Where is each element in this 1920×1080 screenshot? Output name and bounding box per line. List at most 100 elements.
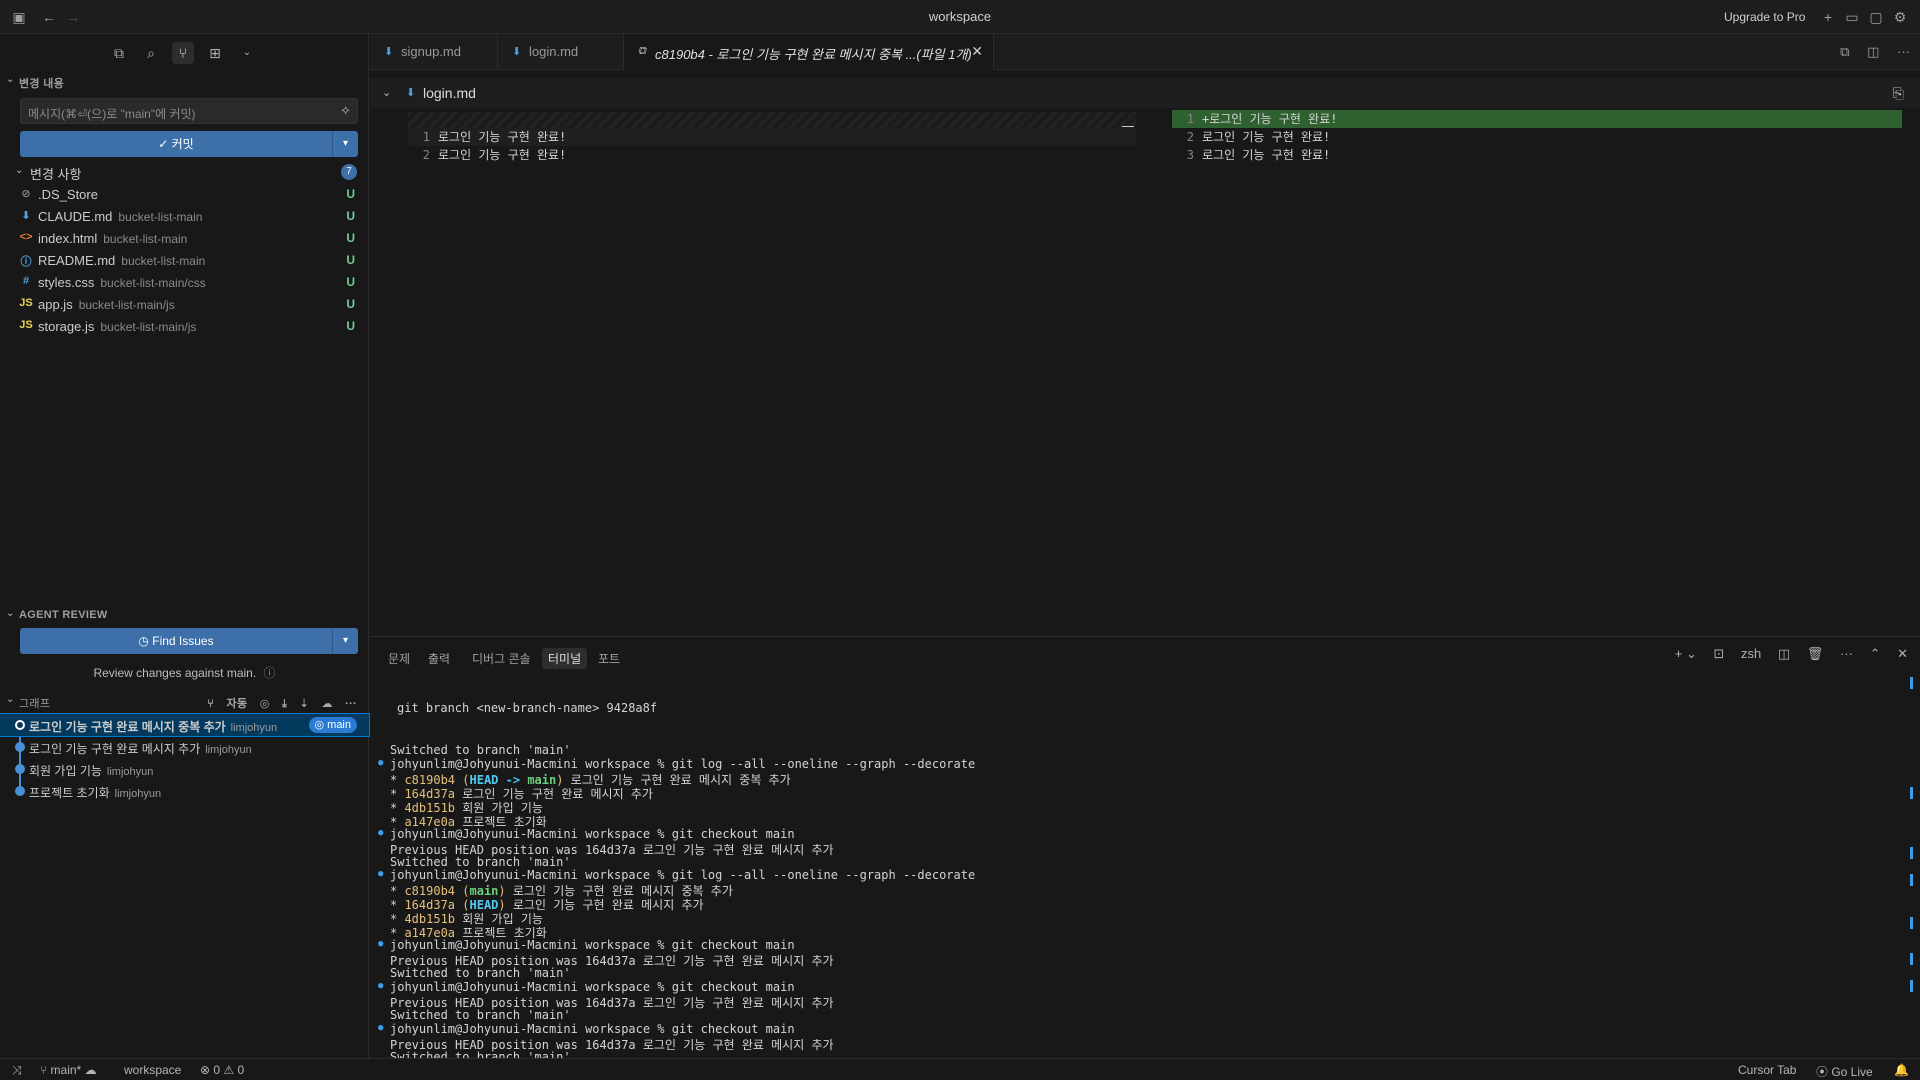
push-icon[interactable]: ☁ xyxy=(321,698,332,710)
panel-tab[interactable]: 터미널 xyxy=(542,648,588,669)
diff-line[interactable]: 2 로그인 기능 구현 완료! xyxy=(408,146,1136,164)
chevron-down-icon[interactable]: ⌄ xyxy=(236,42,258,64)
fetch-icon[interactable]: ⤓ xyxy=(282,698,287,710)
chevron-down-icon[interactable]: ⌄ xyxy=(382,86,391,99)
chat-icon[interactable]: ▢ xyxy=(1867,8,1885,26)
bell-icon[interactable]: 🔔 xyxy=(1894,1063,1909,1077)
changed-file-row[interactable]: # styles.css bucket-list-main/css U xyxy=(0,271,369,293)
split-editor-icon[interactable]: ◫ xyxy=(1867,44,1879,59)
file-name: .DS_Store xyxy=(38,187,98,202)
go-live-button[interactable]: ⦿ Go Live xyxy=(1816,1063,1873,1080)
terminal-line: * c8190b4 (HEAD -> main) 로그인 기능 구현 완료 메시… xyxy=(390,773,791,787)
changes-section-header[interactable]: ⌄ 변경 내용 xyxy=(0,72,369,92)
commit-message: 로그인 기능 구현 완료 메시지 추가 xyxy=(29,742,201,756)
tab-signup[interactable]: ⬇ signup.md xyxy=(370,34,498,70)
changed-file-row[interactable]: ⊘ .DS_Store U xyxy=(0,183,369,205)
tab-commit-diff[interactable]: ⧉ c8190b4 - 로그인 기능 구현 완료 메시지 중복 ...(파일 1… xyxy=(624,34,994,70)
commit-message: 로그인 기능 구현 완료 메시지 중복 추가 xyxy=(29,720,226,734)
diff-file-header[interactable]: ⌄ ⬇ login.md ⎘ xyxy=(370,78,1920,108)
branch-badge[interactable]: ◎ main xyxy=(308,717,357,733)
collapse-icon[interactable] xyxy=(1122,126,1134,127)
graph-section-header[interactable]: ⌄ 그래프 ⑂ 자동 ◎ ⤓ ⇣ ☁ ··· xyxy=(0,692,369,712)
changed-file-row[interactable]: JS storage.js bucket-list-main/js U xyxy=(0,315,369,337)
diff-line[interactable]: 3 로그인 기능 구현 완료! xyxy=(1172,146,1902,164)
panel-tab[interactable]: 디버그 콘솔 xyxy=(466,648,537,669)
panel-tab[interactable]: 포트 xyxy=(592,648,626,669)
branch-icon[interactable]: ⑂ 자동 xyxy=(207,698,247,710)
remote-icon[interactable]: ⤨ xyxy=(12,1063,22,1078)
diff-line[interactable]: 2 로그인 기능 구현 완료! xyxy=(1172,128,1902,146)
file-type-icon: JS xyxy=(19,297,33,309)
agent-review-section-header[interactable]: ⌄ AGENT REVIEW xyxy=(0,606,369,626)
changed-file-row[interactable]: <> index.html bucket-list-main U xyxy=(0,227,369,249)
files-icon[interactable]: ⧉ xyxy=(108,42,130,64)
info-icon[interactable]: ⓘ xyxy=(264,666,276,680)
target-icon[interactable]: ◎ xyxy=(260,698,270,710)
chevron-down-icon[interactable]: ▾ xyxy=(332,131,358,157)
terminal-icon[interactable]: ⊡ zsh xyxy=(1714,646,1762,661)
changed-file-row[interactable]: ⬇ CLAUDE.md bucket-list-main U xyxy=(0,205,369,227)
terminal-line: Previous HEAD position was 164d37a 로그인 기… xyxy=(390,954,834,968)
new-terminal-icon[interactable]: + ⌄ xyxy=(1675,646,1697,661)
file-type-icon: ⓘ xyxy=(20,256,32,268)
chevron-down-icon[interactable]: ▾ xyxy=(332,628,358,654)
more-icon[interactable]: ··· xyxy=(1897,44,1910,59)
tab-login[interactable]: ⬇ login.md xyxy=(498,34,624,70)
line-text: 로그인 기능 구현 완료! xyxy=(438,148,567,162)
changed-file-row[interactable]: ⓘ README.md bucket-list-main U xyxy=(0,249,369,271)
changes-group[interactable]: ⌄ 변경 사항 7 xyxy=(0,161,369,183)
commit-button[interactable]: ✓ 커밋 ▾ xyxy=(20,131,358,157)
line-text: 로그인 기능 구현 완료! xyxy=(1202,130,1331,144)
workspace-status[interactable]: workspace xyxy=(124,1063,181,1077)
close-icon[interactable]: ✕ xyxy=(971,43,983,60)
trash-icon[interactable]: 🗑 xyxy=(1807,646,1824,661)
maximize-icon[interactable]: ⌃ xyxy=(1870,646,1881,661)
branch-target-icon: ◎ xyxy=(314,719,328,731)
search-icon[interactable]: ⌕ xyxy=(140,42,162,64)
commit-row[interactable]: 회원 가입 기능 limjohyun xyxy=(0,758,369,780)
problems-status[interactable]: ⊗ 0 ⚠ 0 xyxy=(200,1063,244,1077)
panel-tab[interactable]: 문제 xyxy=(382,648,416,669)
commit-dot xyxy=(15,720,25,730)
terminal-line: * 4db151b 회원 가입 기능 xyxy=(390,912,543,926)
terminal-line: * 164d37a 로그인 기능 구현 완료 메시지 추가 xyxy=(390,787,653,801)
gear-icon[interactable]: ⚙ xyxy=(1891,8,1909,26)
file-name: styles.css xyxy=(38,275,95,290)
split-terminal-icon[interactable]: ◫ xyxy=(1778,646,1790,661)
commit-author: limjohyun xyxy=(106,766,154,778)
line-number: 2 xyxy=(1186,130,1194,144)
line-number: 1 xyxy=(422,130,430,144)
sparkle-icon[interactable]: ✧ xyxy=(340,103,351,119)
close-icon[interactable]: ✕ xyxy=(1897,646,1908,661)
extensions-icon[interactable]: ⊞ xyxy=(204,42,226,64)
more-icon[interactable]: ··· xyxy=(1840,646,1853,661)
open-changes-icon[interactable]: ⧉ xyxy=(1840,44,1849,59)
open-file-icon[interactable]: ⎘ xyxy=(1893,85,1904,102)
changed-file-row[interactable]: JS app.js bucket-list-main/js U xyxy=(0,293,369,315)
terminal-line: Switched to branch 'main' xyxy=(390,966,571,980)
terminal-line: Switched to branch 'main' xyxy=(390,743,571,757)
commit-row[interactable]: 로그인 기능 구현 완료 메시지 추가 limjohyun xyxy=(0,736,369,758)
find-issues-button[interactable]: ◷ Find Issues ▾ xyxy=(20,628,358,654)
more-icon[interactable]: ··· xyxy=(345,698,357,710)
commit-row[interactable]: 로그인 기능 구현 완료 메시지 중복 추가 limjohyun ◎ main xyxy=(0,713,370,737)
diff-line[interactable]: 1 로그인 기능 구현 완료! xyxy=(408,128,1136,146)
panel-tab[interactable]: 출력 xyxy=(422,648,456,669)
terminal-line: ● johyunlim@Johyunui-Macmini workspace % … xyxy=(378,868,976,882)
cursor-tab-status[interactable]: Cursor Tab xyxy=(1738,1063,1796,1077)
chevron-down-icon: ⌄ xyxy=(6,608,15,619)
branch-status[interactable]: ⑂ main* ☁ xyxy=(40,1063,97,1077)
diff-line[interactable]: 1 +로그인 기능 구현 완료! xyxy=(1172,110,1902,128)
commit-row[interactable]: 프로젝트 초기화 limjohyun xyxy=(0,780,369,802)
upgrade-button[interactable]: Upgrade to Pro xyxy=(1724,10,1805,24)
prompt-marker: ● xyxy=(378,981,384,991)
source-control-icon[interactable]: ⑂ xyxy=(172,42,194,64)
plus-icon[interactable]: + xyxy=(1819,8,1837,26)
changes-count-badge: 7 xyxy=(341,164,357,180)
commit-author: limjohyun xyxy=(230,722,278,734)
pull-icon[interactable]: ⇣ xyxy=(300,698,310,710)
commit-dot xyxy=(15,786,25,796)
file-status: U xyxy=(346,231,355,245)
panel-layout-icon[interactable]: ▭ xyxy=(1843,8,1861,26)
commit-message-input[interactable]: 메시지(⌘⏎(으)로 "main"에 커밋) ✧ xyxy=(20,98,358,124)
